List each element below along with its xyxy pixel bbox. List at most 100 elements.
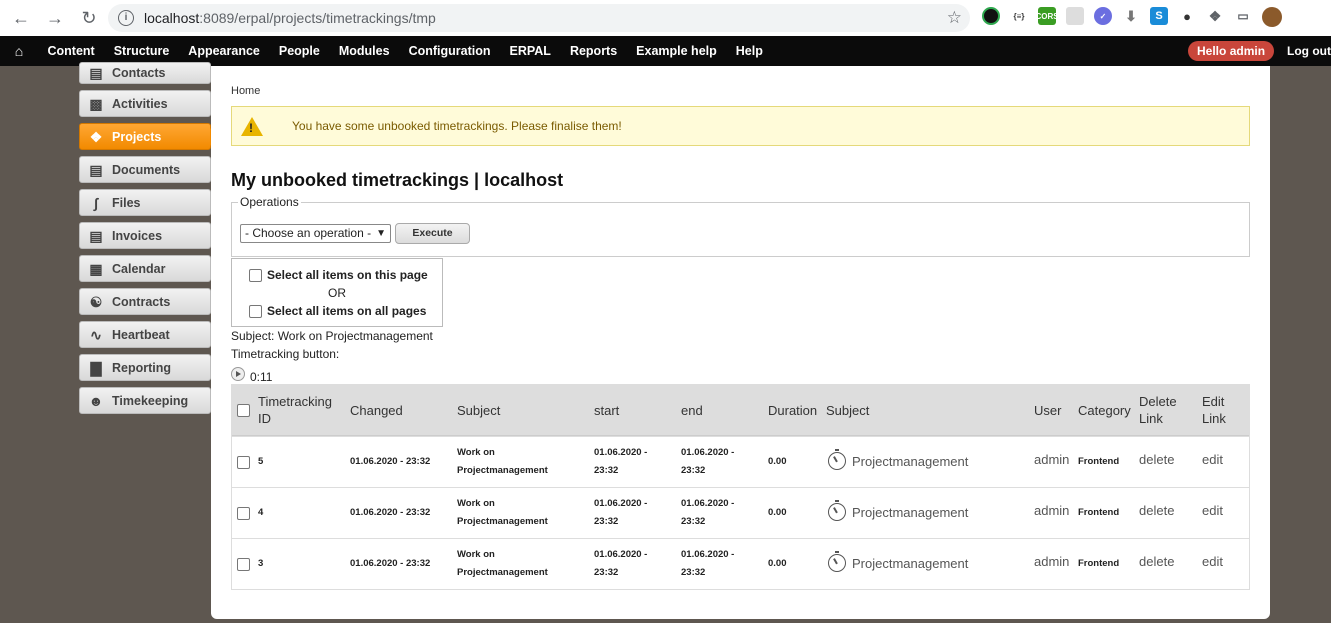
home-icon[interactable]: ⌂: [0, 43, 38, 59]
column-header-edit[interactable]: Edit Link: [1202, 393, 1226, 427]
sidebar-item-reporting[interactable]: ▇ Reporting: [79, 354, 211, 381]
cast-icon[interactable]: ▭: [1234, 7, 1252, 25]
row-subject-link[interactable]: Projectmanagement: [852, 555, 968, 573]
profile-avatar-icon[interactable]: [1262, 7, 1282, 27]
column-header-start[interactable]: start: [594, 402, 619, 419]
row-user[interactable]: admin: [1034, 451, 1069, 469]
json-extension-icon[interactable]: {≡}: [1010, 7, 1028, 25]
row-user[interactable]: admin: [1034, 502, 1069, 520]
select-all-all-pages[interactable]: Select all items on all pages: [249, 304, 426, 318]
sidebar-item-label: Invoices: [112, 228, 163, 243]
sidebar-item-activities[interactable]: ▩ Activities: [79, 90, 211, 117]
stopwatch-icon[interactable]: [828, 449, 846, 470]
grid-extension-icon[interactable]: [1066, 7, 1084, 25]
row-delete-link[interactable]: delete: [1139, 451, 1174, 469]
column-header-end[interactable]: end: [681, 402, 703, 419]
sidebar-item-label: Projects: [112, 129, 162, 144]
stopwatch-icon[interactable]: [828, 500, 846, 521]
row-subject-link[interactable]: Projectmanagement: [852, 504, 968, 522]
column-header-id[interactable]: Timetracking ID: [258, 393, 332, 427]
toolbar-item-help[interactable]: Help: [726, 44, 772, 58]
row-subject: Work on Projectmanagement: [457, 498, 548, 527]
column-header-subject2[interactable]: Subject: [826, 402, 869, 419]
sidebar-item-documents[interactable]: ▤ Documents: [79, 156, 211, 183]
toolbar-item-example-help[interactable]: Example help: [627, 44, 727, 58]
toolbar-item-configuration[interactable]: Configuration: [399, 44, 500, 58]
sidebar-item-files[interactable]: ∫ Files: [79, 189, 211, 216]
column-header-changed[interactable]: Changed: [350, 402, 403, 419]
breadcrumb[interactable]: Home: [231, 85, 260, 97]
column-header-user[interactable]: User: [1034, 402, 1061, 419]
row-user[interactable]: admin: [1034, 553, 1069, 571]
s-extension-icon[interactable]: S: [1150, 7, 1168, 25]
extension-icons: {≡} CORS ✓ ⬇ S ● ❖ ▭: [982, 7, 1282, 27]
sidebar-item-timekeeping[interactable]: ☻ Timekeeping: [79, 387, 211, 414]
select-all-this-page[interactable]: Select all items on this page: [249, 268, 428, 282]
row-edit-link[interactable]: edit: [1202, 553, 1223, 571]
toolbar-item-reports[interactable]: Reports: [560, 44, 626, 58]
sidebar-item-projects[interactable]: ❖ Projects: [79, 123, 219, 150]
operation-select[interactable]: - Choose an operation - ▼: [240, 224, 391, 243]
row-edit-link[interactable]: edit: [1202, 502, 1223, 520]
row-id: 5: [258, 456, 264, 467]
execute-button[interactable]: Execute: [395, 223, 470, 244]
handshake-icon: ☯: [89, 293, 103, 310]
reload-icon[interactable]: ↻: [78, 7, 100, 29]
select-this-page-checkbox[interactable]: [249, 268, 262, 282]
column-header-category[interactable]: Category: [1078, 402, 1131, 419]
address-bar[interactable]: i localhost:8089/erpal/projects/timetrac…: [108, 4, 970, 32]
row-checkbox[interactable]: [237, 456, 250, 469]
select-all-header-checkbox[interactable]: [237, 404, 250, 417]
play-icon[interactable]: [231, 367, 245, 381]
table-row: 3 01.06.2020 - 23:32 Work on Projectmanag…: [232, 538, 1249, 589]
sidebar-item-contacts[interactable]: ▤ Contacts: [79, 62, 211, 84]
bookmark-star-icon[interactable]: ☆: [947, 8, 962, 28]
sidebar-item-label: Contracts: [112, 294, 171, 309]
toolbar-item-modules[interactable]: Modules: [329, 44, 399, 58]
sidebar-item-heartbeat[interactable]: ∿ Heartbeat: [79, 321, 211, 348]
check-extension-icon[interactable]: ✓: [1094, 7, 1112, 25]
content-panel: Home ! You have some unbooked timetracki…: [211, 66, 1270, 619]
puzzle-icon[interactable]: ❖: [1206, 7, 1224, 25]
balls-extension-icon[interactable]: ●: [1178, 7, 1196, 25]
sidebar-item-invoices[interactable]: ▤ Invoices: [79, 222, 211, 249]
logout-link[interactable]: Log out: [1287, 44, 1331, 58]
toolbar-item-appearance[interactable]: Appearance: [179, 44, 270, 58]
stopwatch-icon[interactable]: [828, 551, 846, 572]
row-checkbox[interactable]: [237, 507, 250, 520]
row-changed: 01.06.2020 - 23:32: [350, 558, 431, 569]
sidebar-item-calendar[interactable]: ▦ Calendar: [79, 255, 211, 282]
forward-icon[interactable]: →: [44, 7, 66, 29]
sidebar-item-label: Heartbeat: [112, 327, 170, 342]
toolbar-item-people[interactable]: People: [269, 44, 329, 58]
timetracking-timer[interactable]: 0:11: [231, 364, 272, 384]
cors-extension-icon[interactable]: CORS: [1035, 7, 1059, 25]
column-header-delete[interactable]: Delete Link: [1139, 393, 1177, 427]
row-delete-link[interactable]: delete: [1139, 553, 1174, 571]
toolbar-item-structure[interactable]: Structure: [104, 44, 179, 58]
column-header-duration[interactable]: Duration: [768, 402, 817, 419]
row-edit-link[interactable]: edit: [1202, 451, 1223, 469]
select-all-box: Select all items on this page OR Select …: [231, 258, 443, 327]
column-header-subject[interactable]: Subject: [457, 402, 500, 419]
row-subject: Work on Projectmanagement: [457, 447, 548, 476]
row-category: Frontend: [1078, 507, 1120, 518]
site-info-icon[interactable]: i: [118, 10, 134, 26]
sidebar-item-label: Files: [112, 195, 141, 210]
contacts-icon: ▤: [89, 65, 103, 81]
row-duration: 0.00: [768, 507, 787, 518]
download-icon[interactable]: ⬇: [1122, 7, 1140, 25]
sidebar-item-contracts[interactable]: ☯ Contracts: [79, 288, 211, 315]
row-checkbox[interactable]: [237, 558, 250, 571]
row-subject-link[interactable]: Projectmanagement: [852, 453, 968, 471]
select-all-pages-checkbox[interactable]: [249, 304, 262, 318]
toolbar-item-erpal[interactable]: ERPAL: [500, 44, 560, 58]
back-icon[interactable]: ←: [10, 7, 32, 29]
warning-text: You have some unbooked timetrackings. Pl…: [292, 119, 622, 133]
toolbar-item-content[interactable]: Content: [38, 44, 104, 58]
row-delete-link[interactable]: delete: [1139, 502, 1174, 520]
sidebar: ▤ Contacts ▩ Activities ❖ Projects ▤ Doc…: [79, 62, 219, 420]
table-header: Timetracking ID Changed Subject start end…: [232, 385, 1249, 436]
extension-dark-icon[interactable]: [982, 7, 1000, 25]
hello-user-badge[interactable]: Hello admin: [1188, 41, 1275, 61]
